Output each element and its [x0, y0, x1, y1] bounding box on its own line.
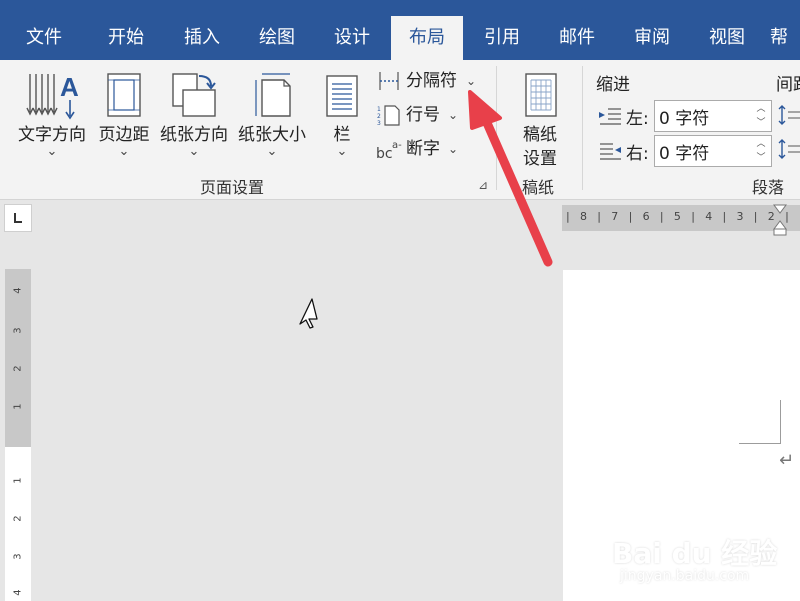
columns-button[interactable]: 栏 ⌄ — [318, 66, 366, 170]
margins-label: 页边距 — [98, 125, 150, 145]
spacing-before-icon[interactable] — [778, 104, 800, 132]
svg-text:a-: a- — [392, 140, 402, 151]
chevron-down-icon: ⌄ — [118, 144, 130, 159]
orientation-label: 纸张方向 — [160, 125, 228, 145]
group-separator — [496, 66, 497, 190]
group-separator — [582, 66, 583, 190]
paper-size-button[interactable]: 纸张大小 ⌄ — [234, 66, 310, 170]
vertical-ruler-mark: 4 — [12, 589, 24, 596]
paragraph-group-label: 段落 — [752, 178, 785, 197]
mouse-pointer-icon — [299, 298, 318, 329]
orientation-icon — [169, 70, 219, 124]
indent-right-label: 右: — [626, 144, 649, 164]
paragraph-mark: ↵ — [779, 450, 795, 471]
vertical-ruler-mark: 3 — [12, 553, 24, 560]
horizontal-ruler-numbers: | 8 | 7 | 6 | 5 | 4 | 3 | 2 | 1 | — [566, 210, 800, 223]
tab-draw[interactable]: 绘图 — [241, 16, 313, 60]
breaks-icon — [376, 70, 402, 102]
tab-review[interactable]: 审阅 — [616, 16, 688, 60]
indent-left-spinner: ︿ ﹀ — [654, 100, 772, 132]
chevron-down-icon: ⌄ — [266, 144, 278, 159]
tab-design[interactable]: 设计 — [316, 16, 388, 60]
manuscript-group-label: 稿纸 — [522, 178, 555, 197]
svg-text:2: 2 — [377, 113, 381, 120]
spin-down-icon[interactable]: ﹀ — [753, 151, 769, 165]
baidu-watermark: Bai du 经验 jingyan.baidu.com — [612, 512, 777, 592]
margins-icon — [104, 70, 144, 124]
manuscript-icon — [520, 70, 560, 124]
columns-label: 栏 — [333, 125, 351, 145]
indent-left-label: 左: — [626, 109, 649, 129]
spacing-title: 间距 — [776, 75, 800, 95]
breaks-button[interactable]: 分隔符 ⌄ — [376, 66, 486, 96]
vertical-ruler[interactable]: 4 3 2 1 1 2 3 4 — [5, 269, 31, 601]
vertical-ruler-mark: 3 — [12, 327, 24, 334]
line-numbers-icon: 1 2 3 — [376, 104, 402, 136]
paper-size-label: 纸张大小 — [238, 125, 306, 145]
manuscript-label-line1: 稿纸 — [523, 125, 557, 145]
svg-text:3: 3 — [377, 120, 381, 126]
dialog-launcher-icon[interactable]: ⊿ — [478, 178, 488, 192]
watermark-url: jingyan.baidu.com — [620, 568, 750, 584]
line-numbers-button[interactable]: 1 2 3 行号 ⌄ — [376, 100, 476, 130]
chevron-down-icon: ⌄ — [448, 142, 459, 156]
indent-right-spinner: ︿ ﹀ — [654, 135, 772, 167]
watermark-brand: Bai du 经验 — [612, 537, 778, 570]
indent-title: 缩进 — [596, 75, 630, 95]
chevron-down-icon: ⌄ — [188, 144, 200, 159]
tab-layout[interactable]: 布局 — [391, 16, 463, 60]
chevron-down-icon: ⌄ — [448, 108, 459, 122]
tab-help[interactable]: 帮 — [770, 16, 800, 60]
indent-left-icon — [598, 106, 622, 130]
vertical-ruler-mark: 4 — [12, 287, 24, 294]
vertical-ruler-mark: 1 — [12, 403, 24, 410]
chevron-down-icon: ⌄ — [466, 74, 477, 88]
orientation-button[interactable]: 纸张方向 ⌄ — [156, 66, 232, 170]
indent-right-icon — [598, 141, 622, 165]
tab-file[interactable]: 文件 — [8, 16, 80, 60]
hyphenation-label: 断字 — [406, 139, 440, 159]
line-numbers-label: 行号 — [406, 105, 440, 125]
spin-up-icon[interactable]: ︿ — [753, 102, 769, 116]
chevron-down-icon: ⌄ — [336, 144, 348, 159]
horizontal-ruler[interactable]: | 8 | 7 | 6 | 5 | 4 | 3 | 2 | 1 | — [562, 204, 800, 236]
tab-view[interactable]: 视图 — [691, 16, 763, 60]
left-tab-icon — [14, 213, 22, 223]
indent-marker-icon[interactable] — [772, 203, 788, 237]
text-direction-button[interactable]: A 文字方向 ⌄ — [14, 66, 90, 170]
tab-mailings[interactable]: 邮件 — [541, 16, 613, 60]
tab-selector-button[interactable] — [4, 204, 32, 232]
paper-size-icon — [250, 70, 294, 124]
ribbon-tab-bar: 文件 开始 插入 绘图 设计 布局 引用 邮件 审阅 视图 帮 — [0, 0, 800, 60]
margin-crop-mark — [739, 400, 781, 444]
page-setup-group-label: 页面设置 — [200, 178, 265, 197]
vertical-ruler-mark: 2 — [12, 515, 24, 522]
ribbon-panel: A 文字方向 ⌄ 页边距 ⌄ 纸张方向 ⌄ 纸张大小 ⌄ 栏 ⌄ 分隔符 ⌄ 1… — [0, 60, 800, 200]
svg-text:bc: bc — [376, 146, 393, 162]
spin-up-icon[interactable]: ︿ — [753, 137, 769, 151]
spacing-after-icon[interactable] — [778, 138, 800, 166]
text-direction-icon: A — [24, 70, 80, 124]
margins-button[interactable]: 页边距 ⌄ — [94, 66, 154, 170]
manuscript-label-line2: 设置 — [523, 149, 557, 169]
breaks-label: 分隔符 — [406, 71, 457, 91]
svg-text:1: 1 — [377, 106, 381, 113]
chevron-down-icon: ⌄ — [46, 144, 58, 159]
indent-right-input[interactable] — [659, 138, 747, 164]
text-direction-label: 文字方向 — [18, 125, 86, 145]
tab-references[interactable]: 引用 — [466, 16, 538, 60]
hyphenation-button[interactable]: bc a- 断字 ⌄ — [376, 134, 476, 164]
tab-home[interactable]: 开始 — [90, 16, 162, 60]
vertical-ruler-mark: 2 — [12, 365, 24, 372]
hyphenation-icon: bc a- — [376, 138, 404, 172]
manuscript-settings-button[interactable]: 稿纸 设置 — [506, 66, 574, 170]
columns-icon — [324, 70, 360, 124]
tab-insert[interactable]: 插入 — [166, 16, 238, 60]
spin-down-icon[interactable]: ﹀ — [753, 116, 769, 130]
indent-left-input[interactable] — [659, 103, 747, 129]
vertical-ruler-mark: 1 — [12, 477, 24, 484]
svg-text:A: A — [60, 72, 79, 102]
